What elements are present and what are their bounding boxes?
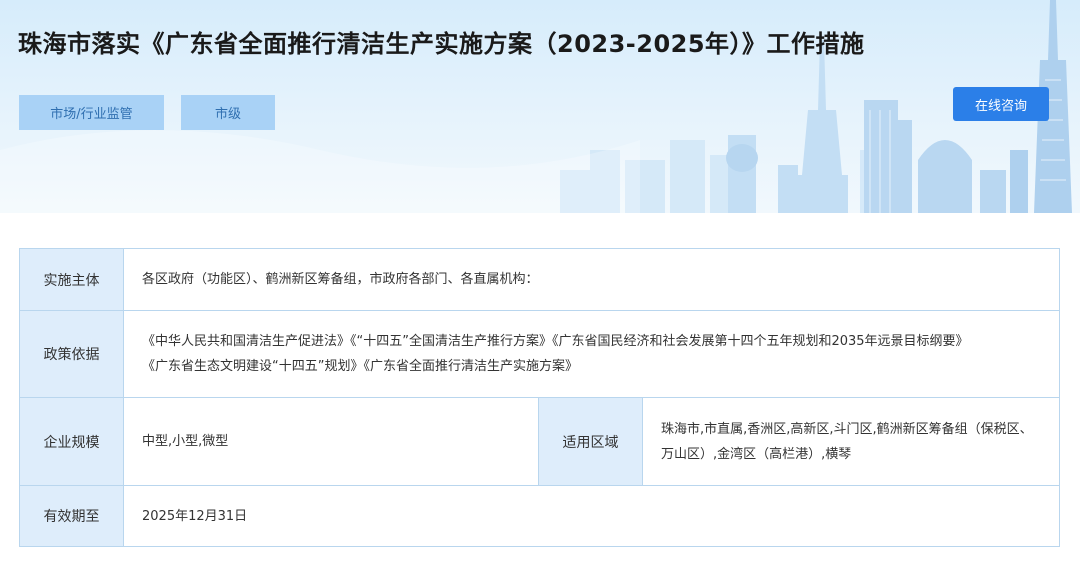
- scale-value: 中型,小型,微型: [123, 397, 539, 486]
- basis-line-2: 《广东省生态文明建设“十四五”规划》《广东省全面推行清洁生产实施方案》: [142, 359, 578, 374]
- implementer-label: 实施主体: [19, 248, 124, 311]
- table-row: 企业规模 中型,小型,微型 适用区域 珠海市,市直属,香洲区,高新区,斗门区,鹤…: [19, 397, 1061, 486]
- tag-city-level: 市级: [181, 95, 275, 130]
- validity-label: 有效期至: [19, 485, 124, 547]
- policy-details-table: 实施主体 各区政府（功能区）、鹤洲新区筹备组，市政府各部门、各直属机构： 政策依…: [19, 248, 1061, 547]
- basis-line-1: 《中华人民共和国清洁生产促进法》《“十四五”全国清洁生产推行方案》《广东省国民经…: [142, 334, 969, 349]
- page-title: 珠海市落实《广东省全面推行清洁生产实施方案（2023-2025年）》工作措施: [18, 30, 865, 58]
- table-row: 实施主体 各区政府（功能区）、鹤洲新区筹备组，市政府各部门、各直属机构：: [19, 248, 1061, 311]
- basis-label: 政策依据: [19, 310, 124, 398]
- online-consult-button[interactable]: 在线咨询: [953, 87, 1049, 121]
- region-label: 适用区域: [538, 397, 643, 486]
- validity-value: 2025年12月31日: [122, 485, 1061, 547]
- region-value: 珠海市,市直属,香洲区,高新区,斗门区,鹤洲新区筹备组（保税区、万山区）,金湾区…: [641, 397, 1061, 486]
- implementer-value: 各区政府（功能区）、鹤洲新区筹备组，市政府各部门、各直属机构：: [122, 248, 1061, 311]
- table-row: 有效期至 2025年12月31日: [19, 485, 1061, 547]
- tag-industry-regulation: 市场/行业监管: [19, 95, 164, 130]
- basis-value: 《中华人民共和国清洁生产促进法》《“十四五”全国清洁生产推行方案》《广东省国民经…: [122, 310, 1061, 398]
- table-row: 政策依据 《中华人民共和国清洁生产促进法》《“十四五”全国清洁生产推行方案》《广…: [19, 310, 1061, 398]
- scale-label: 企业规模: [19, 397, 124, 486]
